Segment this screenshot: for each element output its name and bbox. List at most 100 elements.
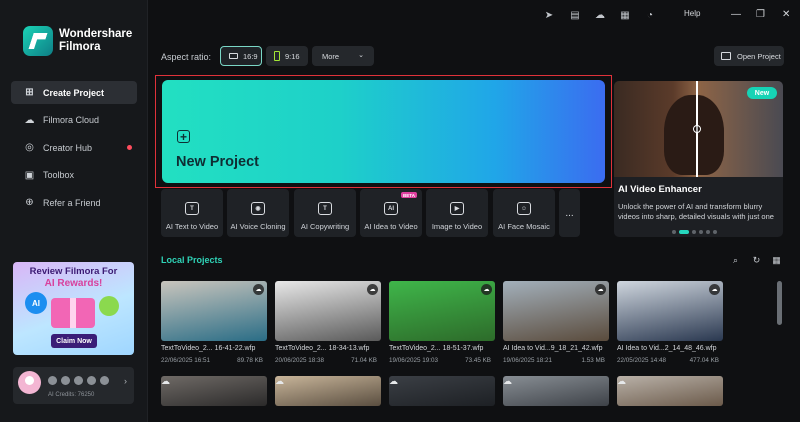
toolbox-icon: ▣ — [24, 169, 35, 181]
carousel-dot[interactable] — [692, 230, 696, 234]
carousel-dot[interactable] — [672, 230, 676, 234]
carousel-dot[interactable] — [699, 230, 703, 234]
more-ratios-dropdown[interactable]: More ⌄ — [312, 46, 374, 66]
membership-icons — [48, 376, 109, 385]
project-thumbnail[interactable]: ☁ — [275, 376, 381, 406]
project-date: 22/05/2025 14:48 — [617, 357, 667, 364]
help-menu[interactable]: Help — [684, 9, 700, 18]
project-thumbnail[interactable]: ☁ — [503, 376, 609, 406]
project-thumbnail[interactable]: ☁ — [161, 376, 267, 406]
tool-ai-text-to-video[interactable]: T AI Text to Video — [161, 189, 223, 237]
cloud-upload-icon[interactable]: ☁ — [595, 284, 606, 295]
sidebar-item-refer-a-friend[interactable]: ⊕ Refer a Friend — [11, 191, 137, 214]
project-thumbnail[interactable]: ☁ — [389, 376, 495, 406]
new-badge: New — [747, 87, 777, 99]
notification-dot — [127, 145, 132, 150]
cloud-upload-icon[interactable]: ☁ — [709, 284, 720, 295]
project-date: 22/06/2025 16:51 — [161, 357, 211, 364]
tool-ai-voice-cloning[interactable]: ◉ AI Voice Cloning — [227, 189, 289, 237]
restore-icon[interactable]: ❐ — [756, 9, 765, 20]
project-meta: 19/06/2025 18:21 1.53 MB — [503, 357, 609, 364]
project-size: 477.04 KB — [689, 357, 719, 364]
send-icon[interactable]: ➤ — [543, 9, 555, 21]
minimize-icon[interactable]: — — [731, 9, 741, 20]
search-icon[interactable]: ⌕ — [730, 255, 741, 266]
cloud-upload-icon[interactable]: ☁ — [617, 376, 723, 387]
credit-icon — [74, 376, 83, 385]
sidebar-item-toolbox[interactable]: ▣ Toolbox — [11, 164, 137, 187]
promo-title: Review Filmora For — [29, 266, 118, 277]
portrait-icon — [274, 51, 280, 61]
cloud-upload-icon[interactable]: ☁ — [503, 376, 609, 387]
project-thumbnail[interactable]: ☁ — [161, 281, 267, 341]
aspect-9-16-button[interactable]: 9:16 — [266, 46, 308, 66]
portrait-illustration — [664, 95, 724, 175]
open-project-label: Open Project — [737, 51, 781, 61]
carousel-dot[interactable] — [706, 230, 710, 234]
cloud-icon: ☁ — [24, 114, 35, 126]
cloud-upload-icon[interactable]: ☁ — [367, 284, 378, 295]
carousel-dot[interactable] — [713, 230, 717, 234]
tool-ai-face-mosaic[interactable]: ☺ AI Face Mosaic — [493, 189, 555, 237]
cloud-upload-icon[interactable]: ☁ — [161, 376, 267, 387]
credit-icon — [61, 376, 70, 385]
aspect-16-9-button[interactable]: 16:9 — [220, 46, 262, 66]
more-tools-button[interactable]: ... — [559, 189, 580, 237]
tool-ai-copywriting[interactable]: T AI Copywriting — [294, 189, 356, 237]
media-icon[interactable]: ▤ — [569, 9, 581, 21]
idea-to-video-icon: AI — [384, 202, 398, 215]
featured-card-ai-video-enhancer[interactable]: New AI Video Enhancer Unlock the power o… — [614, 81, 783, 237]
cloud-upload-icon[interactable]: ☁ — [253, 284, 264, 295]
tool-label: AI Copywriting — [300, 222, 350, 231]
location-icon: ◎ — [25, 142, 34, 153]
tool-label: Image to Video — [431, 222, 483, 231]
folder-icon — [721, 52, 731, 60]
project-name: TextToVideo_2... 16-41-22.wfp — [161, 345, 256, 352]
cloud-upload-icon[interactable]: ☁ — [481, 284, 492, 295]
sidebar-item-creator-hub[interactable]: ◎ Creator Hub — [11, 136, 137, 159]
open-project-button[interactable]: Open Project — [714, 46, 784, 66]
project-thumbnail[interactable]: ☁ — [389, 281, 495, 341]
claim-now-button[interactable]: Claim Now — [51, 334, 97, 348]
chevron-right-icon[interactable]: › — [124, 376, 127, 386]
tool-label: AI Idea to Video — [364, 222, 418, 231]
compare-handle — [693, 125, 701, 133]
carousel-dot-active[interactable] — [679, 230, 689, 234]
gift-icon: ⊕ — [25, 197, 34, 208]
cloud-upload-icon[interactable]: ☁ — [594, 9, 606, 21]
carousel-indicators — [672, 230, 717, 234]
brand-line-1: Wondershare — [59, 28, 133, 40]
project-size: 1.53 MB — [581, 357, 605, 364]
project-thumbnail[interactable]: ☁ — [617, 376, 723, 406]
sidebar-item-filmora-cloud[interactable]: ☁ Filmora Cloud — [11, 109, 137, 132]
sidebar-nav: ⊞ Create Project ☁ Filmora Cloud ◎ Creat… — [11, 81, 137, 219]
filmora-logo-icon — [23, 26, 53, 56]
refresh-icon[interactable]: ↻ — [751, 255, 762, 266]
avatar[interactable] — [18, 371, 41, 394]
project-thumbnail[interactable]: ☁ — [503, 281, 609, 341]
project-thumbnail[interactable]: ☁ — [275, 281, 381, 341]
project-date: 19/06/2025 18:21 — [503, 357, 553, 364]
account-credits-card[interactable]: › AI Credits: 76250 — [13, 367, 134, 404]
cloud-upload-icon[interactable]: ☁ — [275, 376, 381, 387]
close-icon[interactable]: ✕ — [782, 9, 790, 20]
featured-description: Unlock the power of AI and transform blu… — [618, 202, 774, 221]
cloud-upload-icon[interactable]: ☁ — [389, 376, 495, 387]
new-project-label: New Project — [176, 154, 259, 170]
project-size: 73.45 KB — [465, 357, 491, 364]
aspect-option-label: 9:16 — [285, 51, 300, 61]
headset-icon[interactable]: ◔ — [644, 9, 656, 21]
sidebar-item-label: Toolbox — [43, 170, 75, 180]
scrollbar[interactable] — [777, 281, 782, 325]
project-size: 71.04 KB — [351, 357, 377, 364]
view-toggle-icon[interactable]: ▦ — [771, 255, 782, 266]
local-projects-title: Local Projects — [161, 255, 223, 265]
tool-image-to-video[interactable]: ▶ Image to Video — [426, 189, 488, 237]
brand-name: Wondershare Filmora — [59, 28, 132, 54]
promo-decoration-icon — [99, 296, 119, 316]
project-thumbnail[interactable]: ☁ — [617, 281, 723, 341]
tool-label: AI Voice Cloning — [230, 222, 286, 231]
review-promo-banner[interactable]: Review Filmora For AI Rewards! AI Claim … — [13, 262, 134, 355]
sidebar-item-create-project[interactable]: ⊞ Create Project — [11, 81, 137, 104]
grid-icon[interactable]: ▦ — [619, 9, 631, 21]
